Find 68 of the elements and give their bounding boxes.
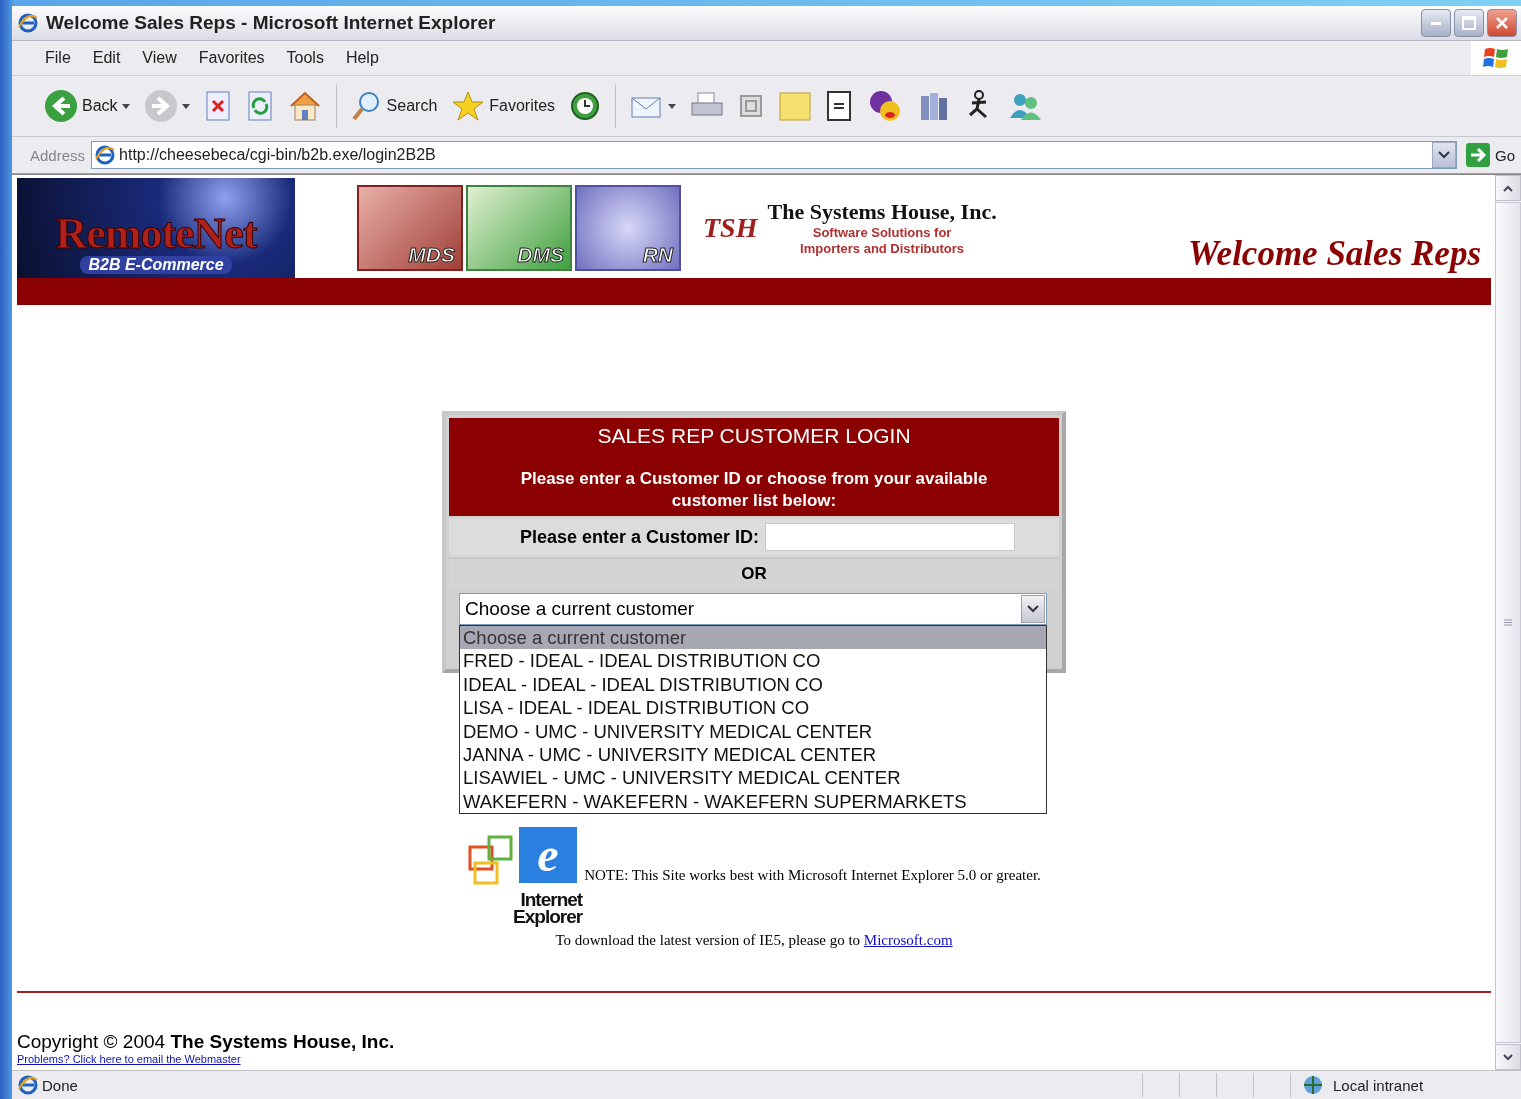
company-monogram: TSH: [703, 211, 759, 245]
zone-text: Local intranet: [1333, 1076, 1424, 1094]
menu-item[interactable]: Tools: [275, 49, 335, 67]
logo-title: RemoteNet: [55, 212, 257, 256]
customer-select[interactable]: Choose a current customer: [459, 593, 1047, 625]
maximize-button[interactable]: [1454, 9, 1484, 37]
address-field[interactable]: http://cheesebeca/cgi-bin/b2b.exe/login2B2B: [91, 141, 1457, 169]
window-title: Welcome Sales Reps - Microsoft Internet Explorer: [46, 12, 497, 34]
dropdown-option[interactable]: Choose a current customer: [460, 626, 1046, 650]
frame-icon: [738, 93, 765, 119]
dropdown-option[interactable]: LISAWIEL - UMC - UNIVERSITY MEDICAL CENTER: [460, 766, 1046, 790]
status-text: Done: [42, 1076, 78, 1094]
maximize-icon: [1461, 15, 1477, 31]
dropdown-option[interactable]: DEMO - UMC - UNIVERSITY MEDICAL CENTER: [460, 719, 1046, 743]
close-icon: [1495, 16, 1509, 30]
customer-id-field[interactable]: [765, 523, 1015, 551]
browser-icon: [18, 13, 38, 33]
logo-text: Explorer: [512, 908, 583, 925]
menu-item[interactable]: Edit: [81, 49, 132, 67]
globe-icon: [1301, 1074, 1325, 1096]
logo-subtitle: B2B E-Commerce: [80, 256, 232, 274]
favorites-button[interactable]: Favorites: [447, 88, 560, 124]
minimize-icon: [1431, 21, 1441, 25]
webmaster-link[interactable]: Problems? Click here to email the Webmaster: [17, 1053, 1491, 1066]
dropdown-option[interactable]: WAKEFERN - WAKEFERN - WAKEFERN SUPERMARKETS: [460, 789, 1046, 814]
login-title: SALES REP CUSTOMER LOGIN: [596, 424, 912, 448]
company-name: The Systems House, Inc.: [767, 199, 997, 226]
customer-id-label: Please enter a Customer ID:: [518, 526, 760, 548]
page-icon: [18, 1075, 38, 1095]
close-button[interactable]: [1487, 9, 1517, 37]
menu-item[interactable]: Favorites: [187, 49, 276, 67]
dropdown-option[interactable]: LISA - IDEAL - IDEAL DISTRIBUTION CO: [460, 696, 1046, 720]
dropdown-option[interactable]: JANNA - UMC - UNIVERSITY MEDICAL CENTER: [460, 742, 1046, 767]
dropdown-button[interactable]: [1432, 142, 1456, 168]
microsoft-link[interactable]: Microsoft.com: [863, 932, 953, 948]
document-icon: [826, 90, 853, 122]
dropdown-option[interactable]: IDEAL - IDEAL - IDEAL DISTRIBUTION CO: [460, 672, 1046, 697]
grip-icon: [1503, 619, 1513, 626]
caret-icon: [181, 104, 190, 110]
note-icon: [778, 90, 813, 122]
go-button[interactable]: Go: [1463, 142, 1517, 168]
download-text: To download the latest version of IE5, please go to Microsoft.com: [554, 932, 954, 949]
tagline: Software Solutions for: [812, 225, 952, 241]
logo-text: Internet: [519, 891, 583, 908]
flag-logo-icon: [1483, 46, 1509, 70]
search-button[interactable]: Search: [346, 88, 442, 124]
refresh-page-icon: [245, 90, 274, 122]
page-icon: [95, 145, 116, 165]
address-label: Address: [30, 146, 86, 164]
caret-icon: [668, 104, 677, 110]
dropdown-option[interactable]: FRED - IDEAL - IDEAL DISTRIBUTION CO: [460, 649, 1046, 673]
menu-item[interactable]: View: [131, 49, 188, 67]
login-instructions: Please enter a Customer ID or choose from your available customer list below:: [519, 468, 989, 512]
logo-letter: e: [537, 828, 559, 881]
caret-icon: [121, 104, 130, 110]
menu-item[interactable]: File: [34, 49, 82, 67]
star-icon: [451, 90, 486, 122]
browser-note: NOTE: This Site works best with Microsoft Internet Explorer 5.0 or greater.: [584, 867, 1041, 884]
minimize-button[interactable]: [1421, 9, 1451, 37]
or-label: OR: [741, 564, 767, 584]
tagline: Importers and Distributors: [800, 241, 965, 257]
copyright-text: Copyright © 2004 The Systems House, Inc.: [17, 1031, 396, 1053]
stop-page-icon: [203, 90, 232, 122]
menu-item[interactable]: Help: [334, 49, 390, 67]
chevron-icon: [1438, 151, 1450, 159]
chevron-icon: [1027, 605, 1039, 613]
back-button[interactable]: Back: [40, 87, 134, 125]
page-heading: Welcome Sales Reps: [1188, 234, 1481, 274]
